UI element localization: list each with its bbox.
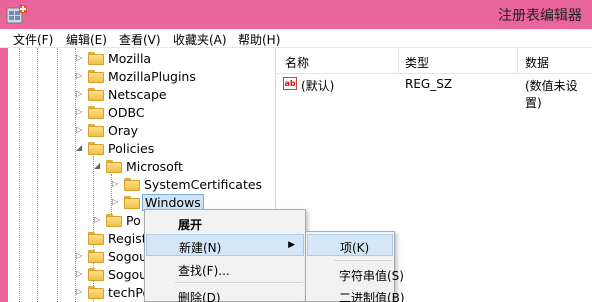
- expand-arrow-icon[interactable]: ▷: [94, 214, 104, 226]
- menu-item-delete[interactable]: 删除(D): [146, 285, 304, 302]
- folder-icon: [88, 106, 104, 119]
- tree-item-label: SystemCertificates: [144, 177, 263, 192]
- menu-item-new[interactable]: 新建(N) ▶: [146, 234, 304, 256]
- expand-arrow-icon[interactable]: ▷: [76, 250, 86, 262]
- tree-item-label: Policies: [108, 141, 155, 156]
- column-divider[interactable]: [398, 48, 399, 74]
- tree-guide-line: [57, 48, 58, 302]
- string-value-icon: ab: [283, 77, 297, 90]
- folder-icon: [88, 88, 104, 101]
- expand-arrow-icon[interactable]: ▷: [76, 268, 86, 280]
- menu-item-label: 查找(F)...: [178, 264, 230, 278]
- tree-item-label: Netscape: [108, 87, 167, 102]
- tree-item-label: Sogou: [108, 249, 148, 264]
- expand-arrow-icon[interactable]: ▷: [76, 70, 86, 82]
- folder-icon: [124, 178, 140, 191]
- list-row-default[interactable]: ab (默认) REG_SZ (数值未设置): [277, 74, 592, 110]
- tree-item-label: Mozilla: [108, 51, 152, 66]
- expand-arrow-icon[interactable]: [76, 232, 86, 244]
- tree-item-label: MozillaPlugins: [108, 69, 196, 84]
- tree-guide-line: [75, 48, 76, 302]
- expand-arrow-icon[interactable]: ▷: [76, 124, 86, 136]
- value-type: REG_SZ: [405, 77, 453, 91]
- value-data: (数值未设置): [525, 79, 578, 110]
- title-bar: 注册表编辑器: [0, 0, 592, 29]
- window-frame: [0, 48, 8, 302]
- new-submenu: 项(K) 字符串值(S) 二进制值(B): [305, 231, 405, 302]
- context-menu: 展开 新建(N) ▶ 查找(F)... 删除(D): [144, 209, 306, 302]
- menu-favorites[interactable]: 收藏夹(A): [173, 31, 227, 48]
- tree-item-label: ODBC: [108, 105, 145, 120]
- column-header-data[interactable]: 数据: [525, 54, 549, 71]
- menu-separator: [175, 282, 303, 283]
- expand-arrow-icon[interactable]: ▷: [112, 178, 122, 190]
- tree-item-label: Po: [126, 213, 141, 228]
- menu-edit[interactable]: 编辑(E): [66, 31, 107, 48]
- collapse-arrow-icon[interactable]: ◢: [94, 160, 104, 172]
- folder-icon: [88, 142, 104, 155]
- menu-item-find[interactable]: 查找(F)...: [146, 258, 304, 280]
- menu-bar: 文件(F) 编辑(E) 查看(V) 收藏夹(A) 帮助(H): [0, 29, 592, 48]
- submenu-item-string-value[interactable]: 字符串值(S): [307, 263, 404, 285]
- expand-arrow-icon[interactable]: ▷: [76, 286, 86, 298]
- menu-item-label: 二进制值(B): [339, 291, 405, 302]
- column-header-type[interactable]: 类型: [405, 54, 429, 71]
- expand-arrow-icon[interactable]: ▷: [76, 52, 86, 64]
- expand-arrow-icon[interactable]: ▷: [76, 88, 86, 100]
- folder-icon: [106, 214, 122, 227]
- expand-arrow-icon[interactable]: ▷: [76, 106, 86, 118]
- menu-item-label: 字符串值(S): [339, 269, 404, 283]
- folder-icon: [88, 268, 104, 281]
- tree-item-label: Oray: [108, 123, 139, 138]
- folder-icon: [88, 250, 104, 263]
- menu-item-label: 项(K): [340, 241, 370, 255]
- menu-item-expand[interactable]: 展开: [146, 212, 304, 234]
- folder-icon: [88, 52, 104, 65]
- collapse-arrow-icon[interactable]: ◢: [76, 142, 86, 154]
- menu-view[interactable]: 查看(V): [119, 31, 161, 48]
- folder-icon: [88, 70, 104, 83]
- folder-icon: [106, 160, 122, 173]
- folder-icon: [88, 124, 104, 137]
- menu-item-label: 展开: [178, 218, 203, 232]
- menu-item-label: 新建(N): [179, 241, 222, 255]
- submenu-item-key[interactable]: 项(K): [307, 234, 393, 256]
- submenu-item-binary-value[interactable]: 二进制值(B): [307, 285, 405, 302]
- column-header-name[interactable]: 名称: [285, 54, 309, 71]
- submenu-arrow-icon: ▶: [288, 240, 295, 250]
- menu-separator: [334, 260, 392, 261]
- tree-guide-line: [37, 48, 38, 302]
- expand-arrow-icon[interactable]: ▷: [112, 196, 122, 208]
- folder-icon: [88, 232, 104, 245]
- tree-guide-line: [19, 48, 20, 302]
- menu-item-label: 删除(D): [178, 291, 221, 302]
- folder-icon: [124, 196, 140, 209]
- tree-item-label: Microsoft: [126, 159, 183, 174]
- window-title: 注册表编辑器: [498, 8, 582, 24]
- list-header: 名称 类型 数据: [277, 48, 592, 74]
- menu-help[interactable]: 帮助(H): [238, 31, 280, 48]
- regedit-app-icon[interactable]: [6, 4, 28, 26]
- tree-item-label: Regist: [108, 231, 147, 246]
- value-name: (默认): [301, 79, 335, 93]
- tree-item-label: Sogou: [108, 267, 148, 282]
- menu-file[interactable]: 文件(F): [13, 31, 53, 48]
- folder-icon: [88, 286, 104, 299]
- column-divider[interactable]: [517, 48, 518, 74]
